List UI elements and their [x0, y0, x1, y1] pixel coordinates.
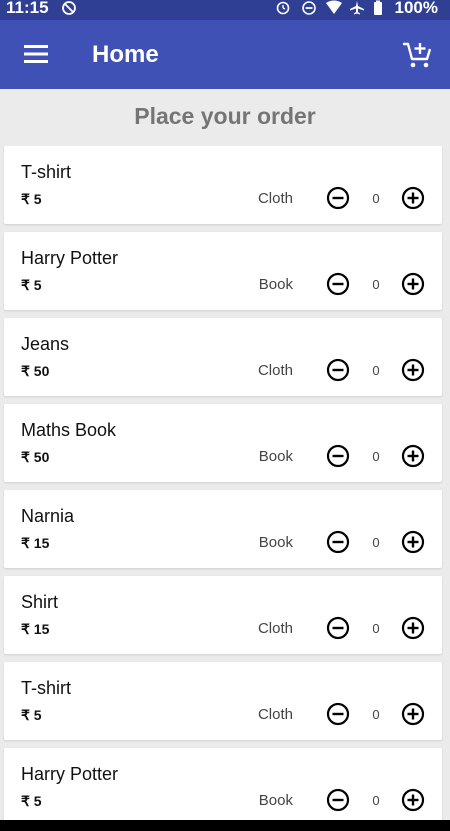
increase-quantity-icon[interactable]	[401, 616, 425, 640]
status-bar: 11:15 100%	[0, 0, 450, 20]
product-card: Harry Potter ₹ 5 Book 0	[4, 748, 442, 820]
system-navigation-bar	[0, 820, 450, 831]
increase-quantity-icon[interactable]	[401, 272, 425, 296]
product-category: Cloth	[257, 362, 293, 379]
product-price: ₹ 5	[21, 707, 42, 723]
product-price: ₹ 5	[21, 277, 42, 293]
decrease-quantity-icon[interactable]	[326, 788, 350, 812]
product-name: Shirt	[21, 592, 59, 612]
product-name: Harry Potter	[21, 248, 119, 268]
product-price: ₹ 5	[21, 191, 42, 207]
quantity-value: 0	[372, 707, 380, 722]
add-to-cart-icon[interactable]	[402, 41, 432, 69]
product-name: Narnia	[21, 506, 75, 526]
decrease-quantity-icon[interactable]	[326, 616, 350, 640]
quantity-value: 0	[372, 277, 380, 292]
increase-quantity-icon[interactable]	[401, 358, 425, 382]
decrease-quantity-icon[interactable]	[326, 702, 350, 726]
battery-level: 100%	[394, 0, 438, 17]
product-card: Maths Book ₹ 50 Book 0	[4, 404, 442, 482]
decrease-quantity-icon[interactable]	[326, 358, 350, 382]
product-category: Cloth	[257, 620, 293, 637]
wifi-icon	[326, 0, 342, 14]
increase-quantity-icon[interactable]	[401, 444, 425, 468]
quantity-value: 0	[372, 535, 380, 550]
page-title: Home	[92, 41, 159, 68]
decrease-quantity-icon[interactable]	[326, 272, 350, 296]
product-name: Maths Book	[21, 420, 117, 440]
status-time: 11:15	[6, 0, 49, 17]
airplane-icon	[350, 1, 364, 15]
decrease-quantity-icon[interactable]	[326, 186, 350, 210]
decrease-quantity-icon[interactable]	[326, 530, 350, 554]
app-bar: Home	[0, 20, 450, 89]
product-name: T-shirt	[21, 162, 72, 182]
product-category: Book	[258, 792, 293, 809]
product-category: Book	[258, 276, 293, 293]
product-price: ₹ 50	[21, 449, 50, 465]
product-price: ₹ 50	[21, 363, 50, 379]
product-card: Shirt ₹ 15 Cloth 0	[4, 576, 442, 654]
increase-quantity-icon[interactable]	[401, 186, 425, 210]
quantity-value: 0	[372, 191, 380, 206]
dnd-icon	[302, 1, 316, 15]
product-price: ₹ 15	[21, 535, 50, 551]
quantity-value: 0	[372, 363, 380, 378]
hamburger-menu-icon[interactable]	[24, 44, 48, 64]
order-heading: Place your order	[134, 103, 316, 129]
increase-quantity-icon[interactable]	[401, 788, 425, 812]
product-category: Cloth	[257, 706, 293, 723]
battery-icon	[374, 0, 382, 15]
product-name: T-shirt	[21, 678, 72, 698]
product-price: ₹ 15	[21, 621, 50, 637]
product-card: Harry Potter ₹ 5 Book 0	[4, 232, 442, 310]
increase-quantity-icon[interactable]	[401, 530, 425, 554]
quantity-value: 0	[372, 793, 380, 808]
product-card: Narnia ₹ 15 Book 0	[4, 490, 442, 568]
decrease-quantity-icon[interactable]	[326, 444, 350, 468]
increase-quantity-icon[interactable]	[401, 702, 425, 726]
product-card: T-shirt ₹ 5 Cloth 0	[4, 662, 442, 740]
product-category: Book	[258, 448, 293, 465]
alarm-icon	[276, 1, 290, 15]
product-category: Cloth	[257, 190, 293, 207]
product-card: T-shirt ₹ 5 Cloth 0	[4, 146, 442, 224]
product-name: Harry Potter	[21, 764, 119, 784]
product-card: Jeans ₹ 50 Cloth 0	[4, 318, 442, 396]
notification-off-icon	[62, 1, 76, 15]
quantity-value: 0	[372, 621, 380, 636]
quantity-value: 0	[372, 449, 380, 464]
product-price: ₹ 5	[21, 793, 42, 809]
product-category: Book	[258, 534, 293, 551]
product-list[interactable]: T-shirt ₹ 5 Cloth 0 Harry Potter ₹ 5 Boo…	[0, 146, 450, 820]
product-name: Jeans	[21, 334, 70, 354]
